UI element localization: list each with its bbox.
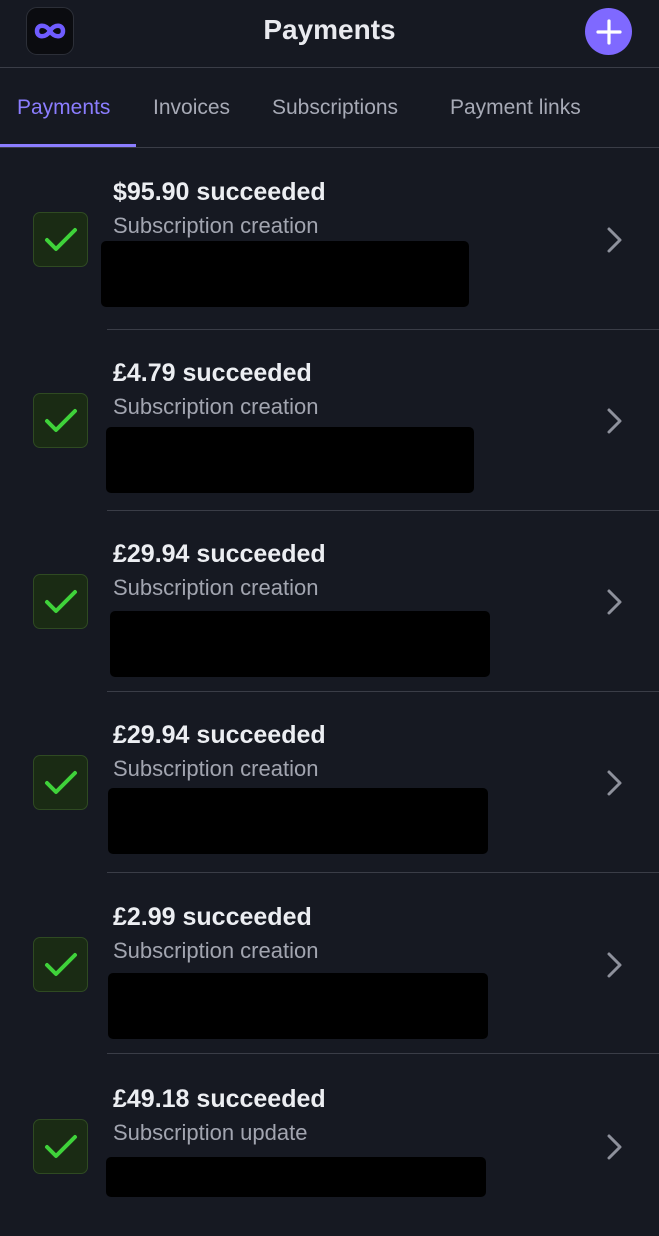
payment-description: Subscription creation xyxy=(113,394,319,419)
payment-row[interactable]: £4.79 succeeded Subscription creation xyxy=(0,330,659,511)
chevron-right-icon xyxy=(607,408,622,434)
checkmark-icon xyxy=(33,755,88,810)
tab-bar: Payments Invoices Subscriptions Payment … xyxy=(0,69,659,148)
redacted-block xyxy=(101,241,469,307)
chevron-right-icon xyxy=(607,589,622,615)
tab-subscriptions[interactable]: Subscriptions xyxy=(272,96,398,120)
payment-row[interactable]: £2.99 succeeded Subscription creation xyxy=(0,873,659,1054)
payment-row[interactable]: $95.90 succeeded Subscription creation xyxy=(0,149,659,330)
payment-amount: £2.99 succeeded xyxy=(113,903,312,931)
redacted-block xyxy=(108,973,488,1039)
payment-amount: £29.94 succeeded xyxy=(113,721,326,749)
checkmark-icon xyxy=(33,574,88,629)
chevron-right-icon xyxy=(607,1134,622,1160)
chevron-right-icon xyxy=(607,227,622,253)
payment-row[interactable]: £29.94 succeeded Subscription creation xyxy=(0,511,659,692)
payment-description: Subscription creation xyxy=(113,213,319,238)
redacted-block xyxy=(106,1157,486,1197)
redacted-block xyxy=(106,427,474,493)
checkmark-icon xyxy=(33,212,88,267)
redacted-block xyxy=(110,611,490,677)
plus-icon xyxy=(595,18,622,45)
payment-amount: £29.94 succeeded xyxy=(113,540,326,568)
checkmark-icon xyxy=(33,937,88,992)
payment-row[interactable]: £29.94 succeeded Subscription creation xyxy=(0,692,659,873)
add-button[interactable] xyxy=(585,8,632,55)
checkmark-icon xyxy=(33,1119,88,1174)
payment-row[interactable]: £49.18 succeeded Subscription update xyxy=(0,1055,659,1236)
payment-description: Subscription update xyxy=(113,1120,308,1145)
checkmark-icon xyxy=(33,393,88,448)
tab-invoices[interactable]: Invoices xyxy=(153,96,230,120)
redacted-block xyxy=(108,788,488,854)
row-divider xyxy=(107,1053,659,1054)
active-tab-indicator xyxy=(0,144,136,147)
tab-payments[interactable]: Payments xyxy=(17,96,110,120)
payment-description: Subscription creation xyxy=(113,575,319,600)
payment-description: Subscription creation xyxy=(113,756,319,781)
page-title: Payments xyxy=(263,14,396,45)
payment-description: Subscription creation xyxy=(113,938,319,963)
top-bar: Payments xyxy=(0,0,659,68)
payment-amount: £4.79 succeeded xyxy=(113,359,312,387)
payment-amount: £49.18 succeeded xyxy=(113,1085,326,1113)
chevron-right-icon xyxy=(607,770,622,796)
payment-amount: $95.90 succeeded xyxy=(113,178,326,206)
chevron-right-icon xyxy=(607,952,622,978)
tab-payment-links[interactable]: Payment links xyxy=(450,96,581,120)
